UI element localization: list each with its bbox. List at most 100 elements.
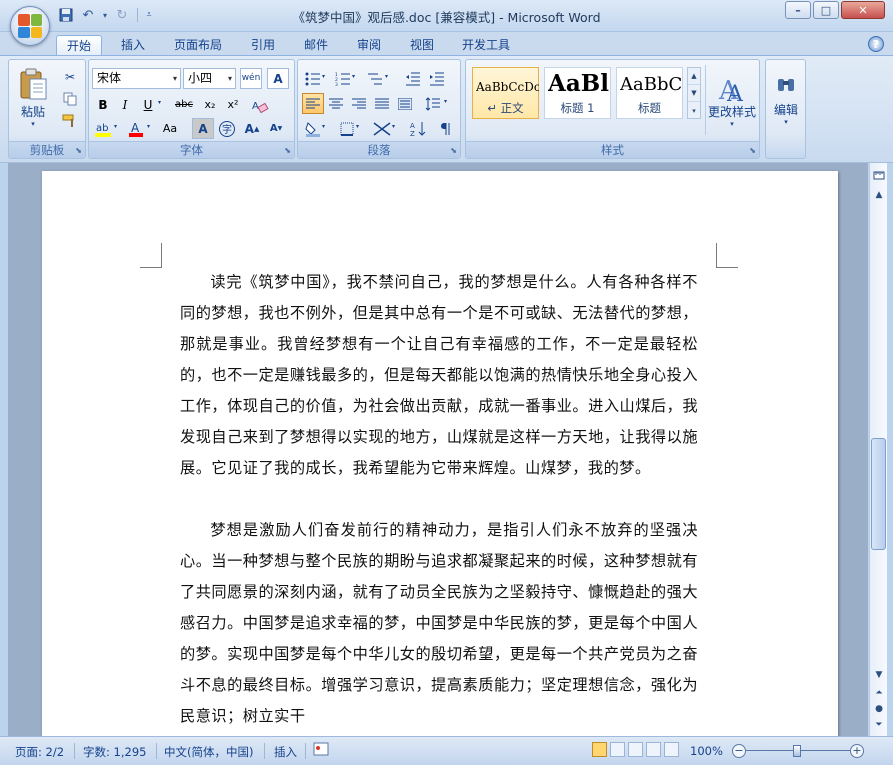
font-size-dropdown-icon[interactable]: ▾ [228, 69, 232, 88]
macro-record-icon[interactable] [313, 741, 329, 760]
enclose-characters-icon[interactable]: 字 [216, 118, 238, 139]
tab-home[interactable]: 开始 [56, 35, 102, 56]
gallery-more-icon[interactable]: ▾ [688, 102, 700, 119]
bullets-icon[interactable] [302, 68, 324, 89]
ruler-toggle-icon[interactable] [871, 167, 887, 183]
shrink-font-icon[interactable]: A ▼ [265, 118, 287, 139]
tab-insert[interactable]: 插入 [110, 35, 156, 56]
change-styles-button[interactable]: A A 更改样式 ▾ [707, 66, 757, 136]
align-left-icon[interactable] [302, 93, 324, 114]
superscript-button[interactable]: x² [222, 94, 244, 115]
change-case-button[interactable]: Aa [157, 118, 183, 139]
font-name-dropdown-icon[interactable]: ▾ [173, 69, 177, 88]
zoom-in-icon[interactable]: + [850, 744, 864, 758]
increase-indent-icon[interactable] [426, 68, 448, 89]
full-screen-reading-view-icon[interactable] [610, 742, 625, 757]
next-page-icon[interactable]: ⏷ [871, 717, 887, 733]
maximize-button[interactable]: □ [813, 1, 839, 19]
decrease-indent-icon[interactable] [402, 68, 424, 89]
line-spacing-dropdown-icon[interactable]: ▾ [444, 98, 447, 105]
scroll-down-icon[interactable]: ▼ [871, 667, 887, 683]
tab-references[interactable]: 引用 [240, 35, 286, 56]
document-area[interactable]: 读完《筑梦中国》，我不禁问自己，我的梦想是什么。人有各种各样不同的梦想，我也不例… [8, 163, 868, 736]
paste-button[interactable]: 粘贴 ▾ [13, 64, 53, 130]
document-page[interactable]: 读完《筑梦中国》，我不禁问自己，我的梦想是什么。人有各种各样不同的梦想，我也不例… [42, 171, 838, 736]
editing-button[interactable]: 编辑 ▾ [768, 66, 804, 134]
document-paragraph[interactable]: 梦想是激励人们奋发前行的精神动力，是指引人们永不放弃的坚强决心。当一种梦想与整个… [180, 515, 698, 732]
numbering-icon[interactable]: 123 [332, 68, 354, 89]
select-browse-object-icon[interactable]: ● [871, 701, 887, 717]
close-button[interactable]: ✕ [841, 1, 885, 19]
gallery-up-icon[interactable]: ▲ [688, 68, 700, 85]
document-paragraph[interactable]: 读完《筑梦中国》，我不禁问自己，我的梦想是什么。人有各种各样不同的梦想，我也不例… [180, 267, 698, 484]
justify-icon[interactable] [371, 93, 393, 114]
grow-font-icon[interactable]: A ▲ [241, 118, 263, 139]
character-shading-icon[interactable]: A [192, 118, 214, 139]
language-indicator[interactable]: 中文(简体，中国) [164, 744, 253, 760]
styles-launcher-icon[interactable]: ⬊ [749, 146, 756, 155]
strikethrough-button[interactable]: abc [171, 94, 197, 115]
vertical-scrollbar[interactable]: ▲ ▼ ⏶ ● ⏷ [869, 163, 887, 736]
distributed-icon[interactable] [394, 93, 416, 114]
insert-mode[interactable]: 插入 [274, 744, 297, 760]
outline-view-icon[interactable] [646, 742, 661, 757]
office-button[interactable] [10, 6, 50, 46]
chinese-layout-dropdown-icon[interactable]: ▾ [392, 123, 395, 130]
gallery-down-icon[interactable]: ▼ [688, 85, 700, 102]
zoom-level[interactable]: 100% [690, 744, 723, 758]
cut-icon[interactable]: ✂ [59, 66, 81, 87]
zoom-out-icon[interactable]: − [732, 744, 746, 758]
underline-button[interactable]: U [137, 94, 159, 115]
italic-button[interactable]: I [114, 94, 136, 115]
character-border-icon[interactable]: A [267, 68, 289, 89]
borders-icon[interactable] [336, 118, 358, 139]
tab-review[interactable]: 审阅 [346, 35, 392, 56]
subscript-button[interactable]: x₂ [199, 94, 221, 115]
scroll-up-icon[interactable]: ▲ [871, 187, 887, 203]
style-normal[interactable]: AaBbCcDc ↵ 正文 [472, 67, 539, 119]
scrollbar-thumb[interactable] [871, 438, 886, 550]
tab-view[interactable]: 视图 [399, 35, 445, 56]
tab-page-layout[interactable]: 页面布局 [165, 35, 231, 56]
draft-view-icon[interactable] [664, 742, 679, 757]
styles-gallery-scroll[interactable]: ▲ ▼ ▾ [687, 67, 701, 119]
highlight-dropdown-icon[interactable]: ▾ [114, 123, 117, 130]
page-count[interactable]: 页面: 2/2 [15, 744, 64, 760]
bullets-dropdown-icon[interactable]: ▾ [322, 73, 325, 80]
font-launcher-icon[interactable]: ⬊ [284, 146, 291, 155]
show-marks-icon[interactable] [434, 118, 456, 139]
clear-formatting-icon[interactable]: A [249, 94, 271, 115]
tab-developer[interactable]: 开发工具 [452, 35, 520, 56]
underline-dropdown-icon[interactable]: ▾ [158, 99, 161, 106]
paragraph-launcher-icon[interactable]: ⬊ [450, 146, 457, 155]
multilevel-list-icon[interactable] [364, 68, 386, 89]
line-spacing-icon[interactable] [422, 93, 444, 114]
shading-icon[interactable] [302, 118, 324, 139]
previous-page-icon[interactable]: ⏶ [871, 685, 887, 701]
help-icon[interactable]: ? [868, 36, 884, 52]
font-name-combo[interactable]: 宋体 ▾ [92, 68, 181, 89]
style-heading-1[interactable]: AaBl 标题 1 [544, 67, 611, 119]
phonetic-guide-icon[interactable]: wén [240, 68, 262, 89]
copy-icon[interactable] [59, 88, 81, 109]
font-size-combo[interactable]: 小四 ▾ [183, 68, 236, 89]
highlight-icon[interactable]: ab [92, 118, 114, 139]
print-layout-view-icon[interactable] [592, 742, 607, 757]
borders-dropdown-icon[interactable]: ▾ [356, 123, 359, 130]
align-right-icon[interactable] [348, 93, 370, 114]
tab-mailings[interactable]: 邮件 [293, 35, 339, 56]
font-color-dropdown-icon[interactable]: ▾ [147, 123, 150, 130]
word-count[interactable]: 字数: 1,295 [83, 744, 146, 760]
web-layout-view-icon[interactable] [628, 742, 643, 757]
clipboard-launcher-icon[interactable]: ⬊ [75, 146, 82, 155]
sort-icon[interactable]: AZ [407, 118, 429, 139]
shading-dropdown-icon[interactable]: ▾ [322, 123, 325, 130]
chinese-layout-icon[interactable] [371, 118, 393, 139]
multilevel-list-dropdown-icon[interactable]: ▾ [385, 73, 388, 80]
zoom-slider-thumb[interactable] [793, 745, 801, 757]
style-title[interactable]: AaBbC 标题 [616, 67, 683, 119]
font-color-icon[interactable]: A [125, 118, 147, 139]
minimize-button[interactable]: – [785, 1, 811, 19]
format-painter-icon[interactable] [59, 110, 81, 131]
align-center-icon[interactable] [325, 93, 347, 114]
